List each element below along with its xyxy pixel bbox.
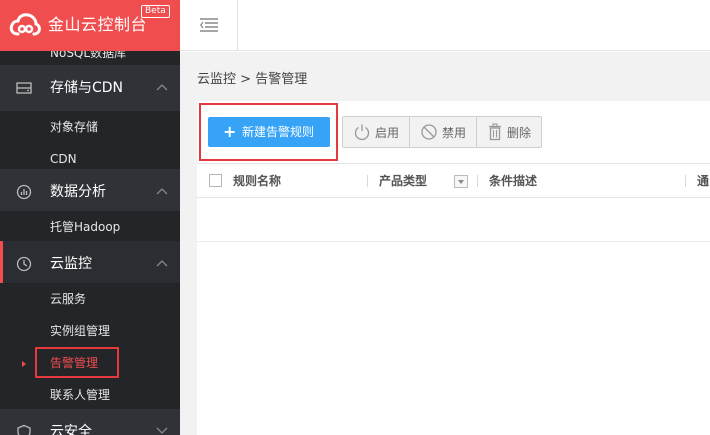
security-icon	[17, 424, 31, 435]
enable-button[interactable]: 启用	[343, 117, 411, 147]
column-divider	[685, 175, 686, 187]
delete-label: 删除	[507, 125, 532, 140]
column-header-product-type[interactable]: 产品类型	[379, 174, 427, 188]
sidebar-item-label: 对象存储	[50, 120, 99, 134]
top-bar	[180, 0, 710, 51]
sidebar-group-cloud-monitor[interactable]: 云监控	[0, 241, 180, 287]
sidebar-group-label: 云安全	[50, 424, 92, 435]
monitor-icon	[16, 256, 32, 272]
sidebar-group-label: 存储与CDN	[50, 80, 124, 96]
chevron-up-icon	[156, 260, 168, 267]
trash-icon	[489, 123, 502, 141]
sidebar: 金山云控制台 Beta NoSQL数据库 存储与CDN 对象存储 CDN 数据分…	[0, 0, 180, 435]
table-body-empty	[197, 198, 710, 242]
sidebar-group-cloud-security[interactable]: 云安全	[0, 409, 180, 435]
sidebar-item-object-storage[interactable]: 对象存储	[0, 111, 180, 143]
enable-label: 启用	[375, 125, 400, 140]
analytics-icon	[16, 184, 32, 200]
column-header-notify[interactable]: 通	[697, 174, 709, 188]
sidebar-submenu-storage-cdn: 对象存储 CDN	[0, 111, 180, 175]
brand-header[interactable]: 金山云控制台 Beta	[0, 0, 180, 51]
sidebar-group-label: 云监控	[50, 256, 92, 272]
highlight-box	[35, 347, 119, 378]
breadcrumb-current: 告警管理	[255, 72, 308, 87]
sidebar-item-contacts[interactable]: 联系人管理	[0, 379, 180, 411]
sidebar-submenu-cloud-monitor: 云服务 实例组管理 告警管理 联系人管理	[0, 283, 180, 411]
sidebar-item-label: 实例组管理	[50, 324, 111, 338]
sidebar-submenu-data-analysis: 托管Hadoop	[0, 211, 180, 243]
beta-badge: Beta	[141, 5, 170, 18]
app-title: 金山云控制台	[48, 15, 148, 34]
sidebar-item-label: 托管Hadoop	[50, 220, 121, 234]
breadcrumb: 云监控 > 告警管理	[197, 72, 307, 88]
chevron-up-icon	[156, 84, 168, 91]
sidebar-item-label: CDN	[50, 152, 77, 166]
filter-dropdown-icon[interactable]	[454, 175, 468, 188]
chevron-up-icon	[156, 188, 168, 195]
highlight-box	[199, 103, 338, 161]
cloud-logo-icon	[9, 13, 41, 36]
sidebar-item-instance-group[interactable]: 实例组管理	[0, 315, 180, 347]
menu-toggle-button[interactable]	[180, 0, 238, 51]
sidebar-group-storage-cdn[interactable]: 存储与CDN	[0, 65, 180, 111]
ban-icon	[421, 124, 437, 140]
action-button-group: 启用 禁用 删除	[342, 116, 543, 148]
current-indicator	[22, 361, 26, 367]
breadcrumb-separator: >	[240, 72, 252, 87]
sidebar-item-hadoop[interactable]: 托管Hadoop	[0, 211, 180, 243]
storage-icon	[16, 82, 32, 94]
sidebar-item-label: 联系人管理	[50, 388, 111, 402]
sidebar-item-cloud-service[interactable]: 云服务	[0, 283, 180, 315]
column-header-rule-name[interactable]: 规则名称	[233, 174, 281, 188]
column-divider	[477, 175, 478, 187]
sidebar-group-label: 数据分析	[50, 184, 106, 200]
sidebar-item-label: NoSQL数据库	[50, 51, 127, 60]
sidebar-item-label: 云服务	[50, 292, 87, 306]
active-indicator	[0, 241, 3, 287]
menu-collapse-icon	[200, 18, 218, 32]
sidebar-item-alarm-management[interactable]: 告警管理	[0, 347, 180, 379]
sidebar-group-data-analysis[interactable]: 数据分析	[0, 169, 180, 215]
power-icon	[354, 124, 370, 141]
column-header-condition[interactable]: 条件描述	[489, 174, 537, 188]
sidebar-item-nosql[interactable]: NoSQL数据库	[0, 51, 180, 65]
disable-button[interactable]: 禁用	[410, 117, 478, 147]
delete-button[interactable]: 删除	[477, 117, 541, 147]
chevron-down-icon	[156, 427, 168, 434]
breadcrumb-parent[interactable]: 云监控	[197, 72, 236, 87]
table-header: 规则名称 产品类型 条件描述 通	[197, 163, 710, 198]
select-all-checkbox[interactable]	[209, 174, 222, 187]
disable-label: 禁用	[442, 125, 467, 140]
column-divider	[367, 175, 368, 187]
